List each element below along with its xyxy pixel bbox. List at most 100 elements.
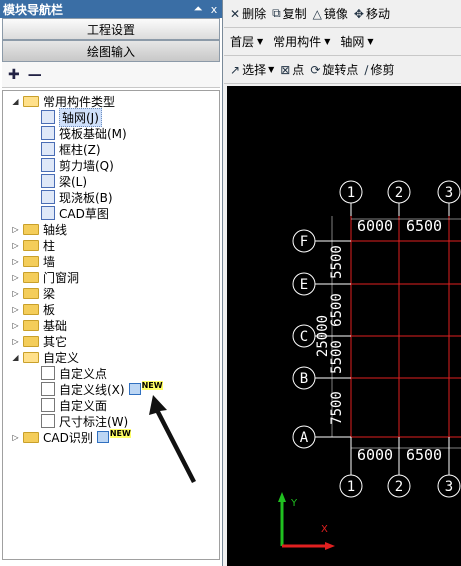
tree-item-label: 尺寸标注(W): [59, 414, 129, 429]
new-grid-icon: [96, 431, 109, 443]
expand-all-icon[interactable]: ✚: [8, 67, 20, 83]
expand-arrow-icon[interactable]: ▷: [11, 225, 20, 234]
tree-item[interactable]: 筏板基础(M): [41, 125, 127, 141]
drawing-input-button[interactable]: 绘图输入: [2, 40, 220, 62]
axis-bubble-label: C: [300, 329, 308, 345]
close-icon[interactable]: x: [206, 3, 222, 16]
rotate-point-button[interactable]: ⟳ 旋转点: [310, 61, 358, 78]
expand-arrow-icon[interactable]: ▷: [11, 241, 20, 250]
collapse-arrow-icon[interactable]: ◢: [11, 353, 20, 362]
dimension-label: 6000: [357, 446, 393, 464]
tree-item-label: 自定义面: [59, 398, 108, 413]
edit-toolbar: ✕ 删除 ⧉ 复制 △ 镜像 ✥ 移动: [224, 0, 461, 28]
axis-bubble-label: F: [300, 234, 308, 250]
tree-item[interactable]: 自定义面: [41, 397, 107, 413]
tree-category-label: 门窗洞: [43, 270, 80, 285]
category-select[interactable]: 常用构件 ▼: [273, 33, 334, 50]
mirror-button[interactable]: △ 镜像: [313, 5, 348, 22]
expand-arrow-icon[interactable]: ▷: [11, 257, 20, 266]
expand-arrow-icon[interactable]: ▷: [11, 289, 20, 298]
collapse-all-icon[interactable]: —: [28, 67, 42, 83]
tree-item[interactable]: 自定义点: [41, 365, 107, 381]
tree-item[interactable]: CAD草图: [41, 205, 109, 221]
component-icon: [41, 126, 55, 140]
type-select[interactable]: 轴网 ▼: [340, 33, 377, 50]
dimension-label: 5500: [329, 340, 345, 374]
tree-node-cad-recognition[interactable]: ▷ CAD识别 NEW: [11, 428, 131, 445]
floor-select[interactable]: 首层 ▼: [230, 33, 267, 50]
mirror-icon: △: [312, 6, 322, 21]
component-icon: [41, 190, 55, 204]
copy-button[interactable]: ⧉ 复制: [272, 5, 307, 22]
expand-arrow-icon[interactable]: ▷: [11, 273, 20, 282]
tree-item-label: 自定义点: [59, 366, 108, 381]
ucs-y-label: Y: [290, 498, 298, 509]
tree-item[interactable]: 尺寸标注(W): [41, 413, 128, 429]
tree-item[interactable]: 梁(L): [41, 173, 87, 189]
expand-arrow-icon[interactable]: ▷: [11, 337, 20, 346]
point-button[interactable]: ⊠ 点: [280, 61, 304, 78]
folder-open-icon: [23, 351, 39, 363]
pin-icon[interactable]: ⏶: [190, 2, 206, 16]
delete-icon: ✕: [230, 6, 241, 21]
total-dimension-label: 25000: [315, 315, 331, 357]
tree-category[interactable]: ▷ 柱: [11, 237, 55, 253]
tree-item[interactable]: 框柱(Z): [41, 141, 101, 157]
tree-category[interactable]: ▷ 梁: [11, 285, 55, 301]
expand-arrow-icon[interactable]: ▷: [11, 433, 20, 442]
axis-bubble-label: 1: [347, 479, 355, 495]
component-tree: ◢ 常用构件类型 轴网(J) 筏板基础(M) 框柱(Z) 剪力墙(Q) 梁(L) 现浇板(…: [2, 90, 220, 560]
tree-category-label: 柱: [43, 238, 56, 253]
move-icon: ✥: [353, 6, 364, 21]
folder-icon: [23, 287, 39, 299]
move-button[interactable]: ✥ 移动: [354, 5, 390, 22]
axis-bubble-label: 2: [395, 479, 403, 495]
new-badge: NEW: [96, 428, 131, 443]
project-settings-button[interactable]: 工程设置: [2, 18, 220, 40]
axis-bubble-label: 1: [347, 185, 355, 201]
folder-icon: [23, 271, 39, 283]
select-button[interactable]: ↗ 选择 ▼: [230, 61, 274, 78]
axis-bubble-label: E: [300, 277, 308, 293]
delete-button[interactable]: ✕ 删除: [230, 5, 266, 22]
tree-item-label: 现浇板(B): [59, 190, 113, 205]
tree-category-label: 其它: [43, 334, 68, 349]
annotation-arrow: [149, 395, 196, 483]
folder-icon: [23, 335, 39, 347]
tree-category[interactable]: ▷ 门窗洞: [11, 269, 79, 285]
new-grid-icon: [128, 383, 141, 395]
tree-category[interactable]: ▷ 墙: [11, 253, 55, 269]
copy-icon: ⧉: [272, 6, 281, 20]
tree-item-label: CAD草图: [59, 206, 109, 221]
component-icon: [41, 158, 55, 172]
trim-button[interactable]: ∕ 修剪: [364, 61, 394, 78]
tree-item[interactable]: 轴网(J): [41, 107, 102, 127]
trim-icon: ∕: [364, 62, 369, 77]
selector-toolbar: 首层 ▼ 常用构件 ▼ 轴网 ▼: [224, 28, 461, 56]
tree-category-label: 梁: [43, 286, 56, 301]
tree-category-label: 板: [43, 302, 56, 317]
chevron-down-icon: ▼: [268, 65, 275, 74]
tree-node-custom[interactable]: ◢ 自定义: [11, 349, 79, 365]
axis-grid-drawing[interactable]: 1 1 2 2 3 3 F E C B A 6000 6500 6000 6500 5500 6500 5500 7…: [227, 86, 461, 566]
panel-title: 模块导航栏: [3, 2, 64, 17]
folder-icon: [23, 223, 39, 235]
tree-item[interactable]: 现浇板(B): [41, 189, 113, 205]
tree-category[interactable]: ▷ 板: [11, 301, 55, 317]
tree-category[interactable]: ▷ 基础: [11, 317, 67, 333]
drawing-canvas[interactable]: 1 1 2 2 3 3 F E C B A 6000 6500 6000 6500 5500 6500 5500 7…: [227, 86, 461, 566]
expand-arrow-icon[interactable]: ▷: [11, 305, 20, 314]
dimension-label: 6000: [357, 217, 393, 235]
collapse-arrow-icon[interactable]: ◢: [11, 97, 20, 106]
tree-category[interactable]: ▷ 其它: [11, 333, 67, 349]
chevron-down-icon: ▼: [324, 37, 331, 46]
tree-category[interactable]: ▷ 轴线: [11, 221, 67, 237]
tree-item[interactable]: 剪力墙(Q): [41, 157, 114, 173]
folder-icon: [23, 239, 39, 251]
custom-shape-icon: [41, 398, 55, 412]
tree-node-label: CAD识别: [43, 430, 93, 445]
expand-arrow-icon[interactable]: ▷: [11, 321, 20, 330]
tree-item-label: 剪力墙(Q): [59, 158, 114, 173]
panel-title-bar: 模块导航栏 ⏶ x: [0, 0, 222, 18]
axis-bubble-label: B: [300, 371, 308, 387]
